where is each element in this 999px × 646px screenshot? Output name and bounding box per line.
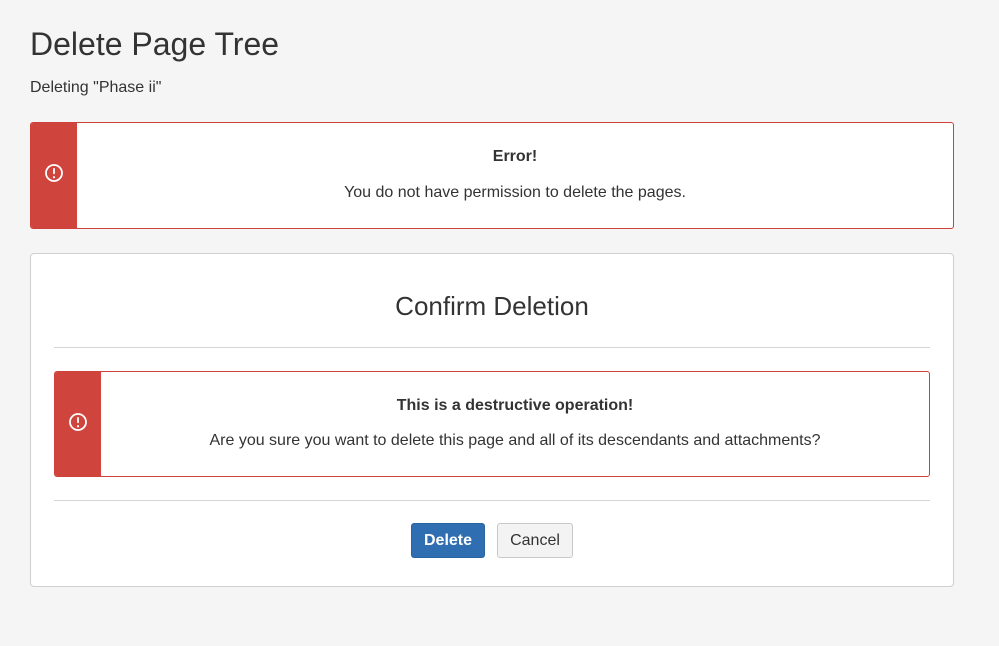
page-subtitle: Deleting "Phase ii" [30, 79, 162, 96]
warning-alert-heading: This is a destructive operation! [396, 397, 634, 414]
warning-alert-bar [55, 372, 101, 476]
error-alert-heading: Error! [492, 148, 538, 165]
warning-alert: This is a destructive operation! Are you… [54, 371, 930, 477]
delete-button[interactable]: Delete [411, 523, 485, 558]
error-alert-body: Error! You do not have permission to del… [77, 123, 953, 228]
divider [54, 347, 930, 348]
exclamation-circle-icon [44, 163, 64, 188]
error-alert: Error! You do not have permission to del… [30, 122, 954, 229]
page: Delete Page Tree Deleting "Phase ii" Err… [0, 0, 999, 646]
error-alert-bar [31, 123, 77, 228]
button-row: Delete Cancel [31, 523, 953, 558]
exclamation-circle-icon [68, 412, 88, 437]
error-alert-message: You do not have permission to delete the… [344, 184, 686, 201]
warning-alert-body: This is a destructive operation! Are you… [101, 372, 929, 476]
divider [54, 500, 930, 501]
confirm-deletion-title: Confirm Deletion [395, 291, 589, 321]
warning-alert-message: Are you sure you want to delete this pag… [209, 432, 821, 449]
cancel-button[interactable]: Cancel [497, 523, 573, 558]
page-title: Delete Page Tree [30, 26, 280, 62]
confirm-deletion-panel: Confirm Deletion This is a destructive o… [30, 253, 954, 587]
